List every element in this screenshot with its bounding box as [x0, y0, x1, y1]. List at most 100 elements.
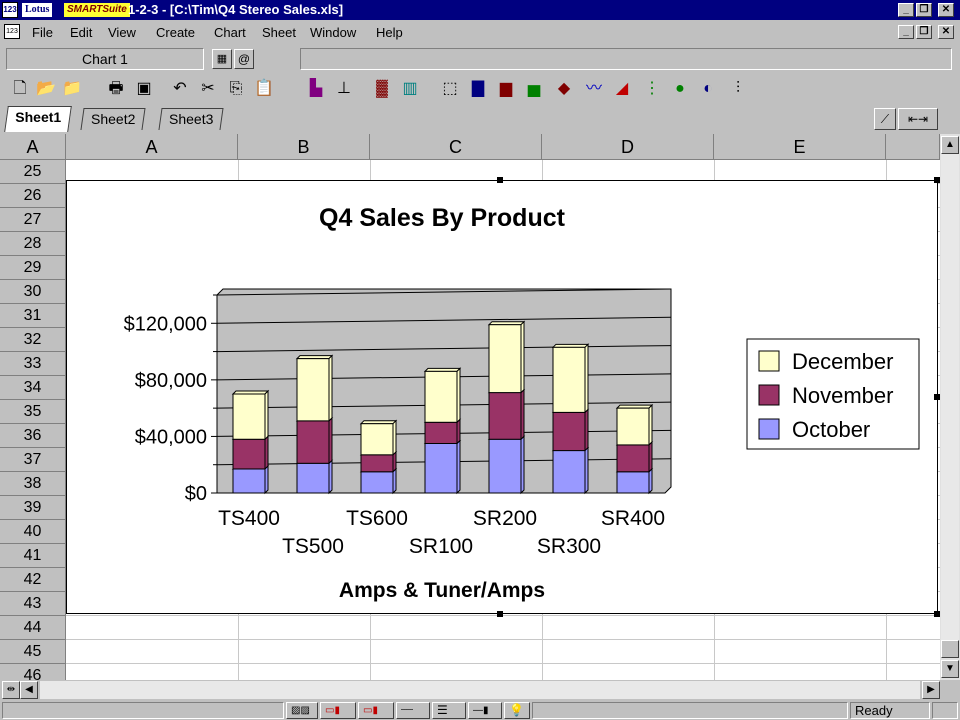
column-header-c[interactable]: C [370, 134, 542, 160]
contents-box[interactable] [300, 48, 952, 70]
copy-icon[interactable]: ⎘ [224, 76, 248, 102]
selection-name-box[interactable]: Chart 1 [6, 48, 204, 70]
row-header-34[interactable]: 34 [0, 376, 66, 400]
column-header-d[interactable]: D [542, 134, 714, 160]
bar-november-ts600[interactable] [360, 454, 394, 473]
mixed-chart-icon[interactable]: ◢ [610, 76, 634, 102]
scroll-right-icon[interactable]: ▶ [922, 681, 940, 699]
new-file-icon[interactable]: 🗋 [8, 76, 32, 102]
menu-help[interactable]: Help [376, 25, 403, 40]
row-header-45[interactable]: 45 [0, 640, 66, 664]
resize-handle[interactable] [497, 611, 503, 617]
line-color-icon[interactable]: ▭▮ [320, 702, 356, 719]
area-chart-icon[interactable]: ◆ [552, 76, 576, 102]
bar-november-ts500[interactable] [296, 420, 330, 464]
menu-create[interactable]: Create [156, 25, 195, 40]
line-width-icon[interactable]: ☰ [432, 702, 466, 719]
print-icon[interactable]: 🖶 [104, 76, 128, 102]
row-header-25[interactable]: 25 [0, 160, 66, 184]
tab-sheet3[interactable]: Sheet3 [158, 108, 224, 130]
scroll-left-icon[interactable]: ◀ [20, 681, 38, 699]
paste-icon[interactable]: 📋 [252, 76, 276, 102]
bar-december-ts400[interactable] [232, 393, 266, 440]
row-header-36[interactable]: 36 [0, 424, 66, 448]
select-all-corner[interactable]: A [0, 134, 66, 160]
hscroll-track[interactable] [40, 681, 920, 699]
menu-sheet[interactable]: Sheet [262, 25, 296, 40]
bar-december-sr400[interactable] [616, 407, 650, 446]
row-header-29[interactable]: 29 [0, 256, 66, 280]
row-header-30[interactable]: 30 [0, 280, 66, 304]
app-icon[interactable]: 123 [2, 2, 18, 18]
worksheet-grid[interactable]: A A B C D E 25 26 27 28 29 30 31 32 33 34 35 36 37 38… [0, 134, 940, 680]
doc-close-button[interactable]: ✕ [938, 25, 954, 39]
menu-file[interactable]: File [32, 25, 53, 40]
resize-handle[interactable] [497, 177, 503, 183]
row-header-27[interactable]: 27 [0, 208, 66, 232]
row-header-28[interactable]: 28 [0, 232, 66, 256]
bar-october-sr200[interactable] [488, 438, 522, 494]
bar-october-ts500[interactable] [296, 462, 330, 494]
row-header-31[interactable]: 31 [0, 304, 66, 328]
chart-style-icon[interactable]: ▥ [398, 76, 422, 102]
row-header-38[interactable]: 38 [0, 472, 66, 496]
bar-october-sr300[interactable] [552, 450, 586, 494]
menu-chart[interactable]: Chart [214, 25, 246, 40]
doc-restore-button[interactable]: ❐ [916, 25, 932, 39]
chart-bar-icon[interactable]: ▙ [304, 76, 328, 102]
row-header-33[interactable]: 33 [0, 352, 66, 376]
fill-color-icon[interactable]: ▭▮ [358, 702, 394, 719]
column-header-b[interactable]: B [238, 134, 370, 160]
row-header-35[interactable]: 35 [0, 400, 66, 424]
print-preview-icon[interactable]: ▣ [132, 76, 156, 102]
column-header-f[interactable] [886, 134, 940, 160]
row-header-39[interactable]: 39 [0, 496, 66, 520]
bar-november-sr200[interactable] [488, 392, 522, 440]
3d-pie-icon[interactable]: ◐ [696, 76, 720, 102]
chart-title[interactable]: Q4 Sales By Product [319, 204, 566, 232]
pie-chart-icon[interactable]: ● [668, 76, 692, 102]
bar-december-ts600[interactable] [360, 423, 394, 456]
scroll-thumb[interactable] [941, 640, 959, 658]
tab-scroll-icon[interactable]: ⇤⇥ [898, 108, 938, 130]
chart-color-icon[interactable]: ▓ [370, 76, 394, 102]
chart-object[interactable]: Q4 Sales By Product $0 $40,000 $80,000 $120… [66, 180, 938, 614]
doc-minimize-button[interactable]: _ [898, 25, 914, 39]
line-chart-icon[interactable]: 〰 [582, 76, 606, 102]
radar-chart-icon[interactable]: ⫶ [726, 76, 750, 102]
bar-november-sr400[interactable] [616, 444, 650, 473]
row-header-42[interactable]: 42 [0, 568, 66, 592]
row-header-40[interactable]: 40 [0, 520, 66, 544]
function-icon[interactable]: @ [234, 49, 254, 69]
vertical-scrollbar[interactable]: ▲ ▼ [940, 134, 960, 680]
bar-chart-icon[interactable]: ▇ [466, 76, 490, 102]
bar-november-sr100[interactable] [424, 421, 458, 445]
row-header-41[interactable]: 41 [0, 544, 66, 568]
row-header-46[interactable]: 46 [0, 664, 66, 680]
hlco-chart-icon[interactable]: ⋮ [640, 76, 664, 102]
cut-icon[interactable]: ✂ [196, 76, 220, 102]
chart-range-icon[interactable]: ⊥ [332, 76, 356, 102]
split-pane-icon[interactable]: ⇹ [2, 681, 20, 699]
chart-type-icon[interactable]: —▮ [468, 702, 502, 719]
x-axis-title[interactable]: Amps & Tuner/Amps [339, 579, 545, 602]
row-header-26[interactable]: 26 [0, 184, 66, 208]
navigator-icon[interactable]: ▦ [212, 49, 232, 69]
split-icon[interactable]: ⟋ [874, 108, 896, 130]
document-icon[interactable]: 123 [4, 24, 20, 39]
row-header-32[interactable]: 32 [0, 328, 66, 352]
bar-december-sr300[interactable] [552, 346, 586, 413]
menu-edit[interactable]: Edit [70, 25, 92, 40]
bar-november-sr300[interactable] [552, 411, 586, 452]
scroll-track[interactable] [941, 154, 959, 640]
open-folder-icon[interactable]: 📂 [34, 76, 58, 102]
column-header-a[interactable]: A [66, 134, 238, 160]
scroll-up-icon[interactable]: ▲ [941, 136, 959, 154]
bar-october-ts400[interactable] [232, 468, 266, 494]
row-header-37[interactable]: 37 [0, 448, 66, 472]
scroll-down-icon[interactable]: ▼ [941, 660, 959, 678]
stacked-bar-icon[interactable]: ▆ [494, 76, 518, 102]
smartmaster-bulb-icon[interactable]: 💡 [504, 702, 530, 719]
undo-icon[interactable]: ↶ [168, 76, 192, 102]
column-header-e[interactable]: E [714, 134, 886, 160]
